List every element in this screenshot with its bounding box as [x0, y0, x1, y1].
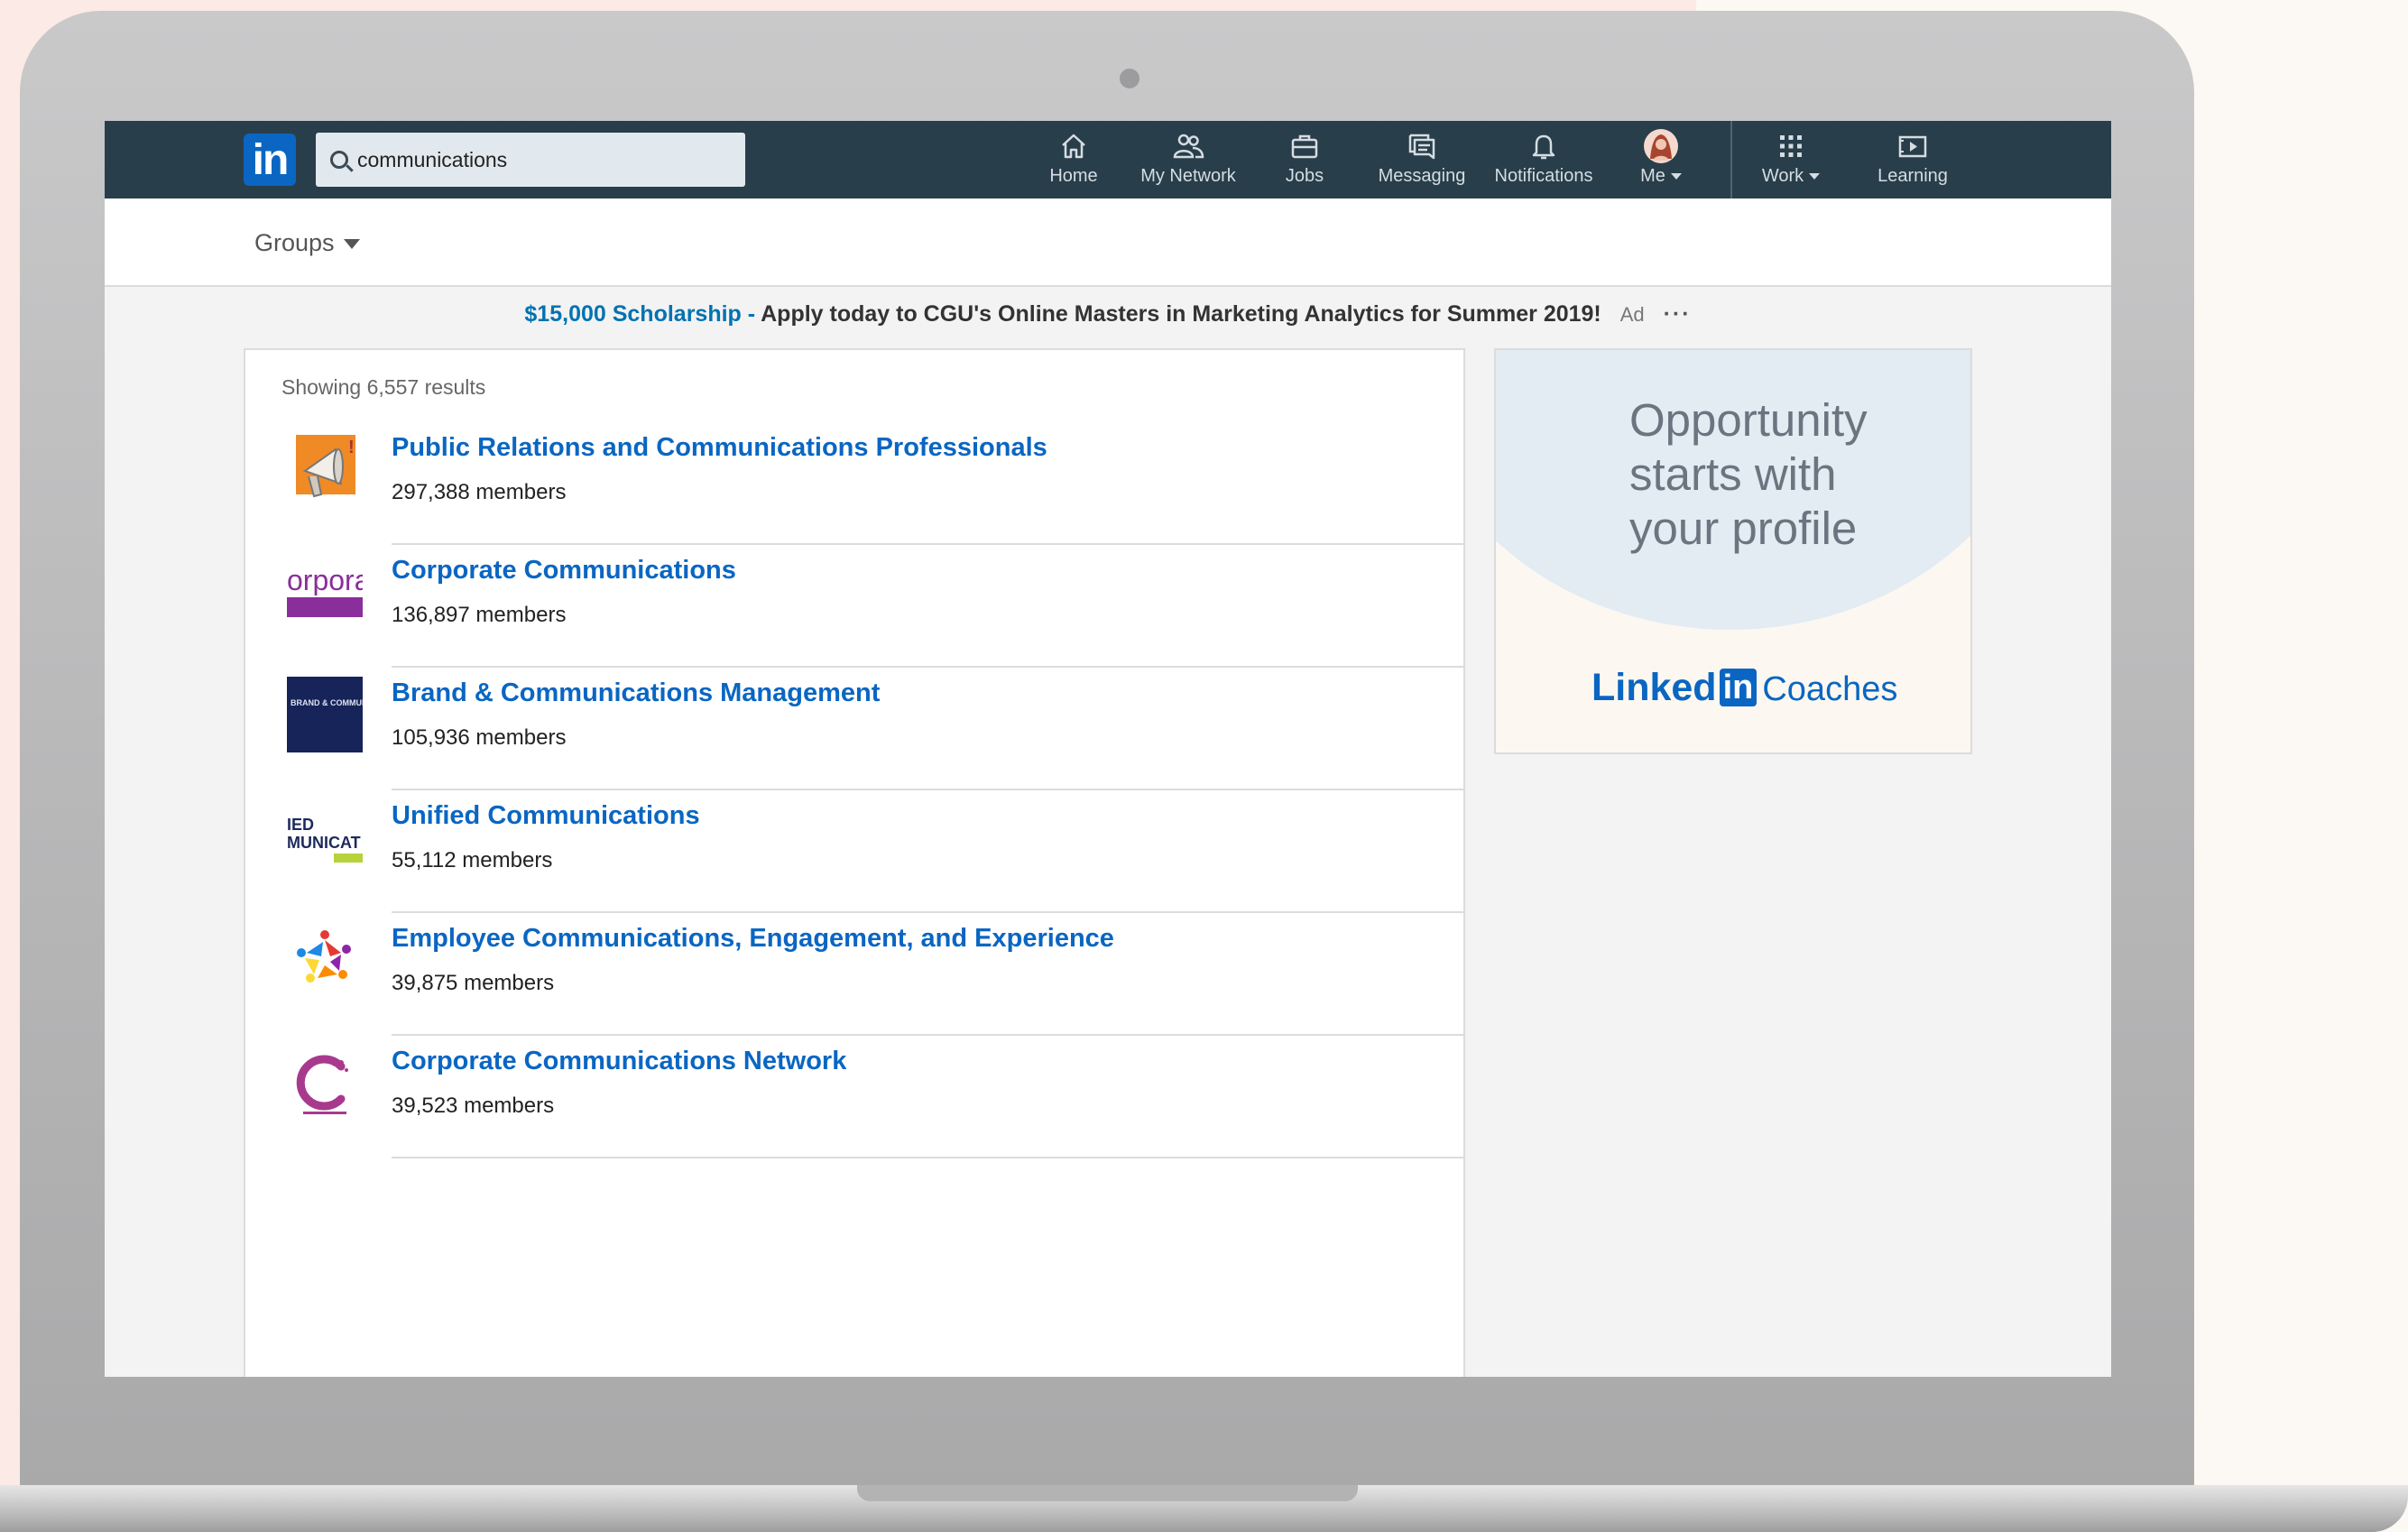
group-logo-megaphone[interactable]: !: [287, 431, 363, 507]
logo-accent: [334, 854, 363, 863]
avatar: [1644, 129, 1678, 163]
briefcase-icon: [1291, 134, 1318, 159]
ad-headline-line3: your profile: [1629, 503, 1858, 554]
nav-divider: [1730, 121, 1732, 198]
sponsored-text-ad: $15,000 Scholarship - Apply today to CGU…: [105, 301, 2111, 328]
group-result-row[interactable]: IED MUNICAT Unified Communications 55,11…: [245, 790, 1463, 913]
grid-icon: [1780, 135, 1802, 157]
browser-screen: in Home My Network Jobs: [105, 121, 2111, 1377]
nav-learning[interactable]: Learning: [1868, 128, 1958, 193]
logo-band: [287, 597, 363, 617]
group-member-count: 136,897 members: [392, 603, 567, 627]
nav-messaging[interactable]: Messaging: [1368, 128, 1476, 193]
results-count: Showing 6,557 results: [281, 375, 486, 399]
group-logo-brand[interactable]: BRAND & COMMUNICA: [287, 677, 363, 752]
search-input[interactable]: [357, 142, 727, 178]
nav-messaging-label: Messaging: [1378, 166, 1466, 186]
groups-filter-dropdown[interactable]: Groups: [254, 229, 360, 257]
group-result-row[interactable]: orpora Corporate Communications 136,897 …: [245, 545, 1463, 668]
group-result-row[interactable]: BRAND & COMMUNICA Brand & Communications…: [245, 668, 1463, 790]
search-icon: [330, 151, 348, 169]
ad-label: Ad: [1619, 303, 1645, 326]
video-play-icon: [1898, 135, 1927, 158]
group-logo-employee[interactable]: [287, 922, 363, 998]
group-member-count: 55,112 members: [392, 848, 553, 872]
group-title-link[interactable]: Employee Communications, Engagement, and…: [392, 924, 1114, 954]
group-title-link[interactable]: Brand & Communications Management: [392, 678, 880, 708]
group-logo-unified[interactable]: IED MUNICAT: [287, 799, 363, 875]
filter-bar: Groups: [105, 198, 2111, 287]
search-results-card: Showing 6,557 results ! Public Relations…: [244, 348, 1465, 1377]
bell-icon: [1532, 134, 1555, 160]
logo-text: orpora: [287, 565, 363, 595]
nav-work-label: Work: [1761, 166, 1804, 186]
group-result-row[interactable]: Employee Communications, Engagement, and…: [245, 913, 1463, 1036]
nav-my-network[interactable]: My Network: [1121, 128, 1256, 193]
search-box[interactable]: [316, 133, 745, 187]
group-result-row[interactable]: Corporate Communications Network 39,523 …: [245, 1036, 1463, 1158]
linkedin-coaches-logo: Linked in Coaches: [1591, 666, 1897, 710]
nav-my-network-label: My Network: [1140, 166, 1236, 186]
chevron-down-icon: [1670, 173, 1682, 180]
nav-jobs-label: Jobs: [1285, 166, 1324, 186]
nav-notifications-label: Notifications: [1494, 166, 1593, 186]
chevron-down-icon: [1809, 173, 1821, 180]
brand-in-icon: in: [1719, 669, 1758, 706]
nav-me-label: Me: [1640, 166, 1665, 186]
top-nav: in Home My Network Jobs: [105, 121, 2111, 198]
nav-home-label: Home: [1049, 166, 1098, 186]
row-divider: [392, 1157, 1463, 1158]
laptop-notch: [857, 1485, 1358, 1501]
messaging-icon: [1408, 134, 1435, 160]
group-title-link[interactable]: Unified Communications: [392, 801, 700, 831]
ad-text[interactable]: Apply today to CGU's Online Masters in M…: [761, 301, 1601, 327]
ad-headline-line1: Opportunity: [1629, 394, 1868, 446]
groups-filter-label: Groups: [254, 229, 335, 256]
nav-jobs[interactable]: Jobs: [1269, 128, 1341, 193]
nav-me[interactable]: Me: [1620, 128, 1702, 193]
svg-text:!: !: [348, 438, 355, 457]
group-title-link[interactable]: Corporate Communications: [392, 556, 736, 586]
nav-learning-label: Learning: [1878, 166, 1948, 186]
caret-down-icon: [343, 239, 360, 250]
brand-product: Coaches: [1762, 670, 1898, 708]
people-circle-icon: [297, 930, 351, 983]
logo-text: BRAND & COMMUNICA: [291, 698, 363, 707]
group-member-count: 39,875 members: [392, 971, 555, 995]
group-title-link[interactable]: Public Relations and Communications Prof…: [392, 433, 1047, 463]
brand-linked: Linked: [1591, 666, 1717, 709]
ad-headline-line2: starts with: [1629, 448, 1837, 500]
group-member-count: 39,523 members: [392, 1094, 555, 1118]
nav-home[interactable]: Home: [1029, 128, 1119, 193]
group-result-row[interactable]: ! Public Relations and Communications Pr…: [245, 422, 1463, 545]
group-logo-corporate[interactable]: orpora: [287, 554, 363, 630]
c-logo-icon: [296, 1055, 348, 1114]
group-logo-network[interactable]: [287, 1045, 363, 1121]
ad-headline-link[interactable]: $15,000 Scholarship -: [524, 301, 755, 327]
megaphone-icon: !: [296, 435, 355, 498]
linkedin-logo-icon[interactable]: in: [244, 134, 296, 186]
people-icon: [1173, 134, 1204, 159]
side-ad-card[interactable]: Opportunity starts with your profile Lin…: [1494, 348, 1972, 754]
ad-headline: Opportunity starts with your profile: [1629, 393, 1954, 556]
nav-work[interactable]: Work: [1750, 128, 1831, 193]
group-title-link[interactable]: Corporate Communications Network: [392, 1047, 846, 1076]
camera-icon: [1120, 69, 1139, 88]
nav-notifications[interactable]: Notifications: [1485, 128, 1602, 193]
home-icon: [1062, 134, 1085, 159]
more-options-icon[interactable]: ···: [1664, 301, 1692, 327]
group-member-count: 105,936 members: [392, 725, 567, 750]
group-member-count: 297,388 members: [392, 480, 567, 504]
logo-text: IED MUNICAT: [287, 816, 361, 852]
